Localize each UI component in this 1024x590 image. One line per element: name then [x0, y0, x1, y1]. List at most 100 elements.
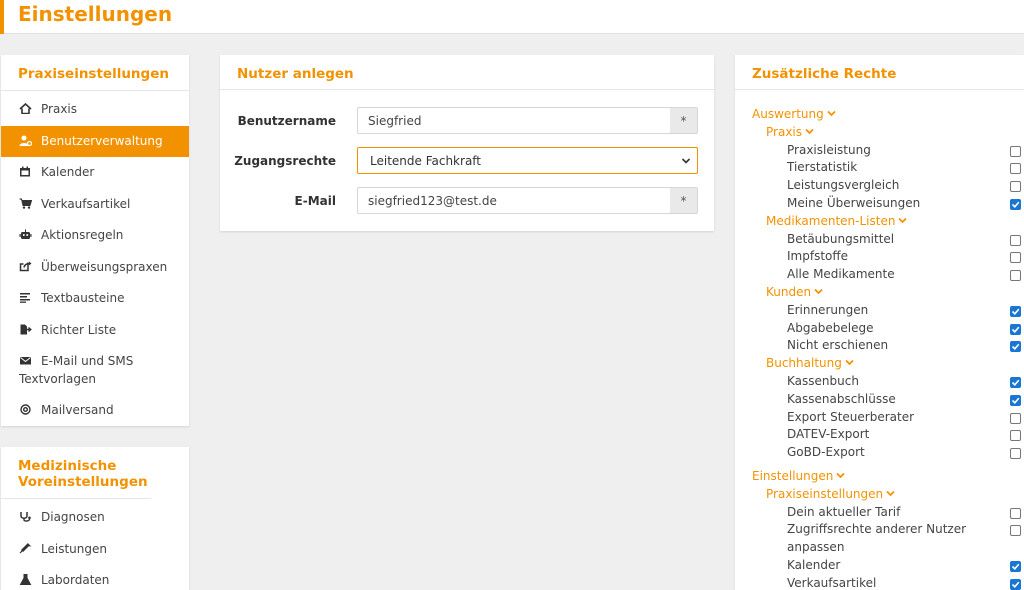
rights-checkbox[interactable] — [1010, 448, 1021, 460]
sidebar-item-label: Labordaten — [41, 573, 110, 587]
rights-item-label: Leistungsvergleich — [787, 178, 900, 193]
sidebar-practice-settings: Praxiseinstellungen Praxis Benutzerverwa… — [1, 55, 189, 426]
rights-tree: Auswertung Praxis Praxisleistung Tierstatis… — [735, 106, 1024, 590]
rights-group-praxiseinstellungen[interactable]: Praxiseinstellungen — [735, 486, 1024, 504]
rights-checkbox[interactable] — [1010, 181, 1021, 193]
rights-item-verkaufsartikel: Verkaufsartikel — [735, 575, 1024, 590]
rights-group-auswertung[interactable]: Auswertung — [735, 106, 1024, 124]
sidebar-item-verkaufsartikel[interactable]: Verkaufsartikel — [1, 189, 189, 221]
rights-group-einstellungen[interactable]: Einstellungen — [735, 468, 1024, 486]
rights-group-label: Auswertung — [752, 107, 824, 121]
rights-checkbox[interactable] — [1010, 525, 1021, 537]
rights-checkbox[interactable] — [1010, 412, 1021, 424]
access-rights-row: Zugangsrechte Leitende Fachkraft — [220, 147, 714, 175]
sidebar-item-email-sms[interactable]: E-Mail und SMS Textvorlagen — [1, 346, 189, 395]
rights-item-datev-export: DATEV-Export — [735, 426, 1024, 444]
sidebar-item-aktionsregeln[interactable]: Aktionsregeln — [1, 220, 189, 252]
flask-icon — [19, 574, 32, 585]
rights-checkbox[interactable] — [1010, 145, 1021, 157]
rights-item-label: Dein aktueller Tarif — [787, 504, 901, 519]
rights-item-label: GoBD-Export — [787, 445, 865, 460]
rights-checkbox[interactable] — [1010, 234, 1021, 246]
chevron-down-icon — [898, 213, 908, 224]
rights-checkbox[interactable] — [1010, 198, 1021, 210]
chevron-down-icon — [814, 284, 823, 295]
rights-item-impfstoffe: Impfstoffe — [735, 248, 1024, 266]
page-title: Einstellungen — [18, 2, 173, 26]
rights-item-label: Meine Überweisungen — [787, 195, 921, 210]
top-bar: Einstellungen — [0, 0, 1024, 34]
syringe-icon — [19, 542, 32, 554]
rights-item-label: Export Steuerberater — [787, 409, 915, 424]
sidebar-item-benutzerverwaltung[interactable]: Benutzerverwaltung — [1, 125, 189, 157]
panel-title: Zusätzliche Rechte — [735, 55, 1024, 90]
username-input[interactable] — [357, 107, 671, 134]
rights-item-zugriffsrechte-anderer-nutzer-anpassen: Zugriffsrechte anderer Nutzer anpassen — [735, 521, 1024, 557]
rights-item-label: Tierstatistik — [787, 160, 858, 175]
panel-title: Nutzer anlegen — [220, 55, 714, 90]
chevron-down-icon — [886, 486, 895, 497]
rights-item-bet-ubungsmittel: Betäubungsmittel — [735, 231, 1024, 249]
sidebar-item-label: Diagnosen — [41, 510, 105, 524]
rights-checkbox[interactable] — [1010, 323, 1021, 335]
rights-checkbox[interactable] — [1010, 578, 1021, 590]
rights-item-label: Zugriffsrechte anderer Nutzer anpassen — [787, 522, 967, 555]
rights-group-praxis[interactable]: Praxis — [735, 124, 1024, 142]
rights-checkbox[interactable] — [1010, 341, 1021, 353]
rights-item-nicht-erschienen: Nicht erschienen — [735, 337, 1024, 355]
rights-item-label: Betäubungsmittel — [787, 231, 895, 246]
rights-item-praxisleistung: Praxisleistung — [735, 142, 1024, 160]
rights-item-label: Kassenbuch — [787, 373, 859, 388]
rights-group-kunden[interactable]: Kunden — [735, 284, 1024, 302]
at-icon — [19, 404, 32, 415]
rights-group-label: Praxis — [766, 124, 802, 139]
rights-group-label: Einstellungen — [752, 468, 834, 483]
rights-group-label: Kunden — [766, 284, 812, 299]
access-rights-select[interactable]: Leitende Fachkraft — [357, 147, 698, 174]
sidebar-item-label: Textbausteine — [41, 291, 125, 305]
sidebar-item-diagnosen[interactable]: Diagnosen — [1, 502, 189, 534]
required-marker: * — [670, 107, 698, 134]
rights-item-kalender: Kalender — [735, 557, 1024, 575]
rights-checkbox[interactable] — [1010, 394, 1021, 406]
rights-group-medikamenten-listen[interactable]: Medikamenten-Listen — [735, 213, 1024, 231]
rights-checkbox[interactable] — [1010, 270, 1021, 282]
rights-item-label: DATEV-Export — [787, 427, 870, 442]
sidebar-item-richter-liste[interactable]: Richter Liste — [1, 315, 189, 347]
rights-checkbox[interactable] — [1010, 507, 1021, 519]
rights-item-tierstatistik: Tierstatistik — [735, 159, 1024, 177]
sidebar-item-mailversand[interactable]: Mailversand — [1, 395, 189, 427]
rights-group-buchhaltung[interactable]: Buchhaltung — [735, 355, 1024, 373]
sidebar-item-leistungen[interactable]: Leistungen — [1, 534, 189, 566]
sidebar-item-praxis[interactable]: Praxis — [1, 94, 189, 126]
sidebar-medical-presets: Medizinische Voreinstellungen Diagnosen … — [1, 447, 189, 590]
rights-checkbox[interactable] — [1010, 305, 1021, 317]
sidebar-item-label: Leistungen — [41, 541, 107, 556]
rights-checkbox[interactable] — [1010, 252, 1021, 264]
user-gear-icon — [19, 135, 32, 146]
rights-item-abgabebelege: Abgabebelege — [735, 320, 1024, 338]
rights-group-label: Buchhaltung — [766, 356, 842, 371]
rights-item-label: Verkaufsartikel — [787, 575, 877, 590]
rights-item-gobd-export: GoBD-Export — [735, 444, 1024, 462]
email-input[interactable] — [357, 187, 671, 214]
sidebar-item-ueberweisungspraxen[interactable]: Überweisungspraxen — [1, 252, 189, 284]
rights-item-label: Alle Medikamente — [787, 267, 895, 282]
rights-checkbox[interactable] — [1010, 430, 1021, 442]
access-rights-label: Zugangsrechte — [234, 154, 336, 168]
sidebar-item-label: Richter Liste — [41, 322, 117, 337]
rights-checkbox[interactable] — [1010, 560, 1021, 572]
sidebar-item-textbausteine[interactable]: Textbausteine — [1, 283, 189, 315]
rights-item-meine-berweisungen: Meine Überweisungen — [735, 195, 1024, 213]
rights-checkbox[interactable] — [1010, 163, 1021, 175]
sidebar-item-label: Praxis — [41, 102, 77, 116]
sidebar-item-label: Überweisungspraxen — [41, 259, 168, 274]
share-icon — [19, 261, 32, 272]
sidebar-item-kalender[interactable]: Kalender — [1, 157, 189, 189]
sidebar-item-label: Mailversand — [41, 403, 114, 417]
sidebar-item-labordaten[interactable]: Labordaten — [1, 565, 189, 590]
rights-item-label: Kassenabschlüsse — [787, 391, 896, 406]
rights-item-export-steuerberater: Export Steuerberater — [735, 409, 1024, 427]
rights-checkbox[interactable] — [1010, 376, 1021, 388]
chevron-down-icon — [681, 158, 691, 164]
